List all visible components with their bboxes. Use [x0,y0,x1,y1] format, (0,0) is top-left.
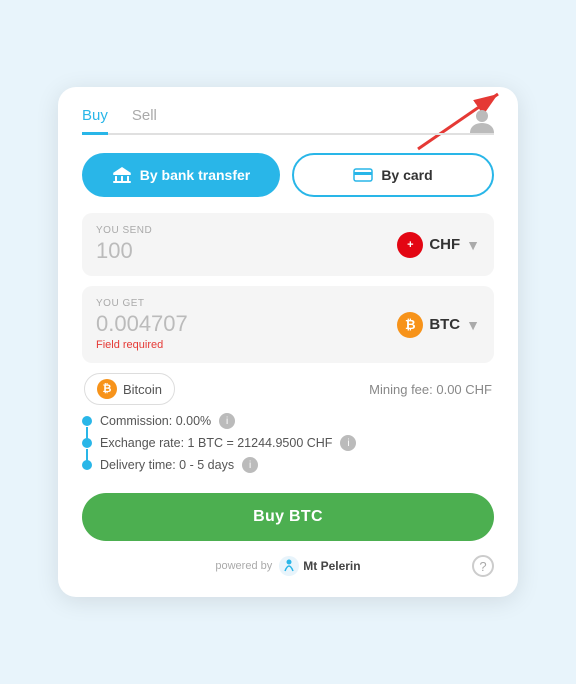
pelerin-logo-icon [278,555,300,577]
coin-row: ₿ Bitcoin Mining fee: 0.00 CHF [82,373,494,405]
coin-left: ₿ Bitcoin [84,373,175,405]
get-chevron-icon: ▼ [466,317,480,333]
exchange-rate-row: Exchange rate: 1 BTC = 21244.9500 CHF i [82,435,494,451]
main-card: Buy Sell By bank transfer By card [58,87,518,597]
get-currency-selector[interactable]: ₿ BTC ▼ [397,312,480,338]
exchange-dot [82,438,92,448]
send-label: YOU SEND [96,225,152,236]
tab-buy[interactable]: Buy [82,107,108,135]
commission-text: Commission: 0.00% [100,414,211,428]
card-icon [353,168,373,182]
exchange-info-icon[interactable]: i [340,435,356,451]
delivery-row: Delivery time: 0 - 5 days i [82,457,494,473]
bitcoin-selector[interactable]: ₿ Bitcoin [84,373,175,405]
tab-sell[interactable]: Sell [132,107,157,135]
powered-by-text: powered by [215,560,272,572]
payment-buttons: By bank transfer By card [82,153,494,197]
bank-transfer-button[interactable]: By bank transfer [82,153,280,197]
send-left: YOU SEND 100 [96,225,152,264]
commission-dot [82,416,92,426]
buy-button[interactable]: Buy BTC [82,493,494,541]
card-label: By card [381,167,432,183]
bitcoin-pill-icon: ₿ [97,379,117,399]
mining-fee-text: Mining fee: 0.00 CHF [369,382,492,397]
card-button[interactable]: By card [292,153,494,197]
field-required-text: Field required [96,339,188,351]
bank-transfer-label: By bank transfer [140,167,250,183]
exchange-rate-text: Exchange rate: 1 BTC = 21244.9500 CHF [100,436,332,450]
commission-info-icon[interactable]: i [219,413,235,429]
get-label: YOU GET [96,298,188,309]
pelerin-brand-text: Mt Pelerin [303,559,360,573]
get-value[interactable]: 0.004707 [96,311,188,337]
get-row: YOU GET 0.004707 Field required ₿ BTC ▼ [82,286,494,363]
pelerin-logo: Mt Pelerin [278,555,360,577]
bank-icon [112,166,132,184]
send-value[interactable]: 100 [96,238,152,264]
footer: powered by Mt Pelerin ? [82,555,494,577]
delivery-info-icon[interactable]: i [242,457,258,473]
chf-label: CHF [429,236,460,253]
details-section: Commission: 0.00% i Exchange rate: 1 BTC… [82,413,494,479]
chf-icon: + [397,232,423,258]
delivery-text: Delivery time: 0 - 5 days [100,458,234,472]
bitcoin-name: Bitcoin [123,382,162,397]
send-chevron-icon: ▼ [466,237,480,253]
tabs-container: Buy Sell [82,107,494,135]
btc-icon: ₿ [397,312,423,338]
commission-row: Commission: 0.00% i [82,413,494,429]
chf-badge: + CHF [397,232,460,258]
send-row: YOU SEND 100 + CHF ▼ [82,213,494,276]
send-currency-selector[interactable]: + CHF ▼ [397,232,480,258]
delivery-dot [82,460,92,470]
btc-badge: ₿ BTC [397,312,460,338]
get-left: YOU GET 0.004707 Field required [96,298,188,351]
btc-label: BTC [429,316,460,333]
help-icon[interactable]: ? [472,555,494,577]
